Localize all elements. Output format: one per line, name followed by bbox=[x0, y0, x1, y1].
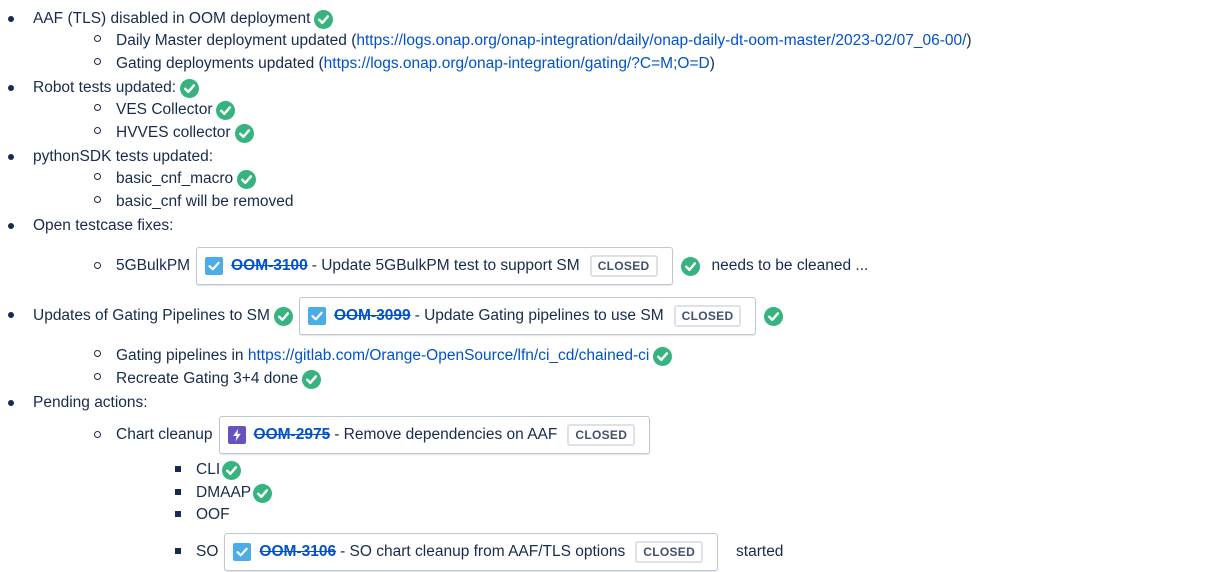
list-item: OOF bbox=[196, 505, 230, 525]
item-text: AAF (TLS) disabled in OOM deployment bbox=[33, 10, 311, 27]
jira-issue-macro[interactable]: OOM-3100 - Update 5GBulkPM test to suppo… bbox=[196, 247, 673, 285]
list-item: DMAAP bbox=[196, 483, 273, 503]
epic-lightning-icon bbox=[227, 426, 246, 444]
list-item: Gating pipelines in https://gitlab.com/O… bbox=[116, 346, 673, 366]
item-text: pythonSDK tests updated: bbox=[33, 148, 214, 165]
check-icon bbox=[273, 306, 293, 326]
list-item: AAF (TLS) disabled in OOM deployment bbox=[33, 9, 334, 29]
list-item: Open testcase fixes: bbox=[33, 216, 173, 236]
bullet bbox=[94, 373, 101, 380]
list-item: Gating deployments updated (https://logs… bbox=[116, 54, 715, 74]
item-text: Pending actions: bbox=[33, 394, 148, 411]
item-text: basic_cnf will be removed bbox=[116, 193, 294, 210]
list-item: CLI bbox=[196, 460, 242, 480]
item-text: basic_cnf_macro bbox=[116, 170, 234, 187]
item-text: Open testcase fixes: bbox=[33, 217, 174, 234]
bullet bbox=[175, 466, 181, 472]
jira-issue-summary: - Remove dependencies on AAF bbox=[334, 426, 558, 443]
jira-issue-summary: - SO chart cleanup from AAF/TLS options bbox=[340, 543, 626, 560]
check-icon bbox=[302, 369, 322, 389]
check-icon bbox=[237, 169, 257, 189]
item-text: Updates of Gating Pipelines to SM bbox=[33, 307, 270, 324]
bullet bbox=[175, 548, 181, 554]
bullet bbox=[8, 85, 14, 91]
check-icon bbox=[680, 256, 700, 276]
bullet bbox=[8, 154, 14, 160]
list-item: Chart cleanup OOM-2975 - Remove dependen… bbox=[116, 415, 656, 455]
bullet bbox=[94, 104, 101, 111]
jira-issue-key-link[interactable]: OOM-3106 bbox=[259, 543, 336, 561]
item-text: ) bbox=[709, 55, 715, 72]
item-text: SO bbox=[196, 543, 219, 560]
item-text: DMAAP bbox=[196, 484, 252, 501]
list-item: Pending actions: bbox=[33, 393, 148, 413]
list-item: 5GBulkPM OOM-3100 - Update 5GBulkPM test… bbox=[116, 246, 868, 286]
check-icon bbox=[216, 100, 236, 120]
item-text: started bbox=[736, 543, 784, 560]
item-text: ) bbox=[966, 32, 972, 49]
check-icon bbox=[314, 9, 334, 29]
status-badge: CLOSED bbox=[567, 424, 636, 446]
item-text: Gating pipelines in bbox=[116, 347, 248, 364]
item-text: Robot tests updated: bbox=[33, 79, 177, 96]
bullet bbox=[94, 196, 101, 203]
check-icon bbox=[234, 123, 254, 143]
list-item: basic_cnf_macro bbox=[116, 169, 257, 189]
status-badge: CLOSED bbox=[673, 305, 742, 327]
check-icon bbox=[764, 306, 784, 326]
jira-issue-key-link[interactable]: OOM-3099 bbox=[334, 307, 411, 325]
list-item: Daily Master deployment updated (https:/… bbox=[116, 31, 972, 51]
list-item: VES Collector bbox=[116, 100, 236, 120]
list-item: SO OOM-3106 - SO chart cleanup from AAF/… bbox=[196, 532, 783, 572]
bullet bbox=[94, 58, 101, 65]
list-item: Recreate Gating 3+4 done bbox=[116, 369, 322, 389]
jira-issue-macro[interactable]: OOM-3106 - SO chart cleanup from AAF/TLS… bbox=[224, 533, 719, 571]
bullet bbox=[94, 350, 101, 357]
task-check-icon bbox=[205, 257, 224, 275]
jira-issue-key-link[interactable]: OOM-3100 bbox=[231, 257, 308, 275]
check-icon bbox=[253, 483, 273, 503]
bullet bbox=[94, 127, 101, 134]
check-icon bbox=[653, 346, 673, 366]
jira-issue-summary: - Update 5GBulkPM test to support SM bbox=[311, 257, 580, 274]
list-item: HVVES collector bbox=[116, 123, 254, 143]
jira-issue-macro[interactable]: OOM-2975 - Remove dependencies on AAF CL… bbox=[218, 416, 651, 454]
task-check-icon bbox=[307, 307, 326, 325]
list-item: basic_cnf will be removed bbox=[116, 192, 293, 212]
bullet bbox=[94, 431, 101, 438]
item-text: Chart cleanup bbox=[116, 426, 213, 443]
item-text: CLI bbox=[196, 461, 221, 478]
bullet bbox=[8, 400, 14, 406]
list-item: Updates of Gating Pipelines to SM OOM-30… bbox=[33, 296, 784, 336]
bullet bbox=[175, 511, 181, 517]
gating-deployment-link[interactable]: https://logs.onap.org/onap-integration/g… bbox=[324, 55, 710, 73]
bullet bbox=[8, 16, 14, 22]
bullet bbox=[94, 262, 101, 269]
status-badge: CLOSED bbox=[589, 255, 658, 277]
item-text: Gating deployments updated ( bbox=[116, 55, 324, 72]
item-text: 5GBulkPM bbox=[116, 257, 191, 274]
check-icon bbox=[180, 78, 200, 98]
item-text: Daily Master deployment updated ( bbox=[116, 32, 357, 49]
jira-issue-macro[interactable]: OOM-3099 - Update Gating pipelines to us… bbox=[298, 297, 757, 335]
bullet bbox=[8, 223, 14, 229]
gitlab-chained-ci-link[interactable]: https://gitlab.com/Orange-OpenSource/lfn… bbox=[248, 347, 650, 365]
jira-issue-summary: - Update Gating pipelines to use SM bbox=[414, 307, 664, 324]
task-check-icon bbox=[233, 543, 252, 561]
bullet bbox=[94, 35, 101, 42]
item-text: OOF bbox=[196, 506, 230, 523]
bullet bbox=[94, 173, 101, 180]
item-text: HVVES collector bbox=[116, 124, 231, 141]
item-text: Recreate Gating 3+4 done bbox=[116, 370, 299, 387]
check-icon bbox=[222, 460, 242, 480]
item-text: needs to be cleaned ... bbox=[711, 257, 869, 274]
bullet bbox=[175, 489, 181, 495]
list-item: Robot tests updated: bbox=[33, 78, 200, 98]
item-text: VES Collector bbox=[116, 101, 213, 118]
daily-deployment-link[interactable]: https://logs.onap.org/onap-integration/d… bbox=[356, 32, 966, 50]
list-item: pythonSDK tests updated: bbox=[33, 147, 213, 167]
status-badge: CLOSED bbox=[635, 541, 704, 563]
jira-issue-key-link[interactable]: OOM-2975 bbox=[254, 426, 331, 444]
bullet bbox=[8, 312, 14, 318]
